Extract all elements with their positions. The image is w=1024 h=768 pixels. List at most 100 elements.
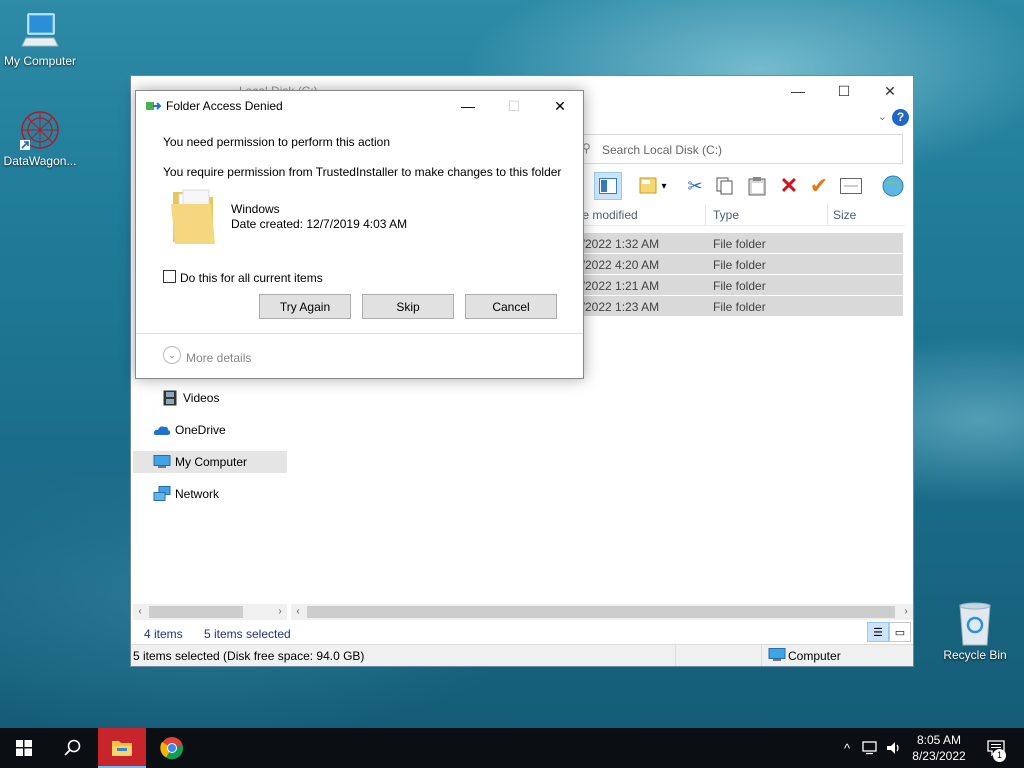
rename-check-icon[interactable]: ✔ xyxy=(805,172,833,200)
film-icon xyxy=(161,390,179,406)
column-headers: te modified Type Size xyxy=(575,204,905,226)
nav-label: Videos xyxy=(183,391,220,405)
close-button[interactable]: ✕ xyxy=(537,91,583,121)
scroll-left-icon[interactable]: ‹ xyxy=(133,604,147,620)
item-count-bar: 4 items 5 items selected xyxy=(131,622,913,644)
row-type: File folder xyxy=(713,300,766,314)
clock-time[interactable]: 8:05 AM xyxy=(904,733,974,747)
folder-name: Windows xyxy=(231,202,280,216)
nav-label: Network xyxy=(175,487,220,501)
search-icon xyxy=(64,739,81,756)
maximize-button[interactable]: ☐ xyxy=(821,76,867,106)
skip-button[interactable]: Skip xyxy=(362,294,454,319)
nav-item-onedrive[interactable]: OneDrive xyxy=(153,419,226,441)
nav-item-network[interactable]: Network xyxy=(153,483,219,505)
dialog-message: You require permission from TrustedInsta… xyxy=(163,165,562,179)
notification-count-badge: 1 xyxy=(993,749,1006,762)
preview-pane-icon[interactable] xyxy=(594,172,622,200)
close-button[interactable]: ✕ xyxy=(867,76,913,106)
minimize-button[interactable]: — xyxy=(775,76,821,106)
network-icon xyxy=(153,486,171,502)
globe-icon[interactable] xyxy=(879,172,907,200)
scroll-left-icon[interactable]: ‹ xyxy=(291,604,305,620)
computer-icon xyxy=(768,648,786,665)
try-again-button[interactable]: Try Again xyxy=(259,294,351,319)
chevron-down-icon[interactable]: ⌄ xyxy=(163,346,181,364)
cut-icon[interactable]: ✂ xyxy=(681,172,709,200)
cloud-icon xyxy=(153,422,171,438)
row-type: File folder xyxy=(713,279,766,293)
ribbon-expand-icon[interactable]: ⌄ xyxy=(878,110,887,123)
copy-icon[interactable] xyxy=(711,172,739,200)
search-input[interactable]: ⚲ Search Local Disk (C:) xyxy=(575,134,903,164)
status-bar: 5 items selected (Disk free space: 94.0 … xyxy=(131,644,913,666)
folder-date-created: Date created: 12/7/2019 4:03 AM xyxy=(231,217,408,231)
table-row[interactable]: 3/2022 1:23 AM File folder xyxy=(575,296,903,316)
nav-item-my-computer[interactable]: My Computer xyxy=(133,451,287,473)
row-date: 3/2022 1:23 AM xyxy=(575,300,660,314)
dialog-heading: You need permission to perform this acti… xyxy=(163,135,391,149)
apply-all-checkbox[interactable] xyxy=(163,270,176,283)
chevron-up-icon[interactable]: ^ xyxy=(836,728,858,768)
search-button[interactable] xyxy=(50,728,96,768)
folder-icon xyxy=(169,186,217,249)
move-folder-icon xyxy=(146,100,162,115)
more-details-link[interactable]: More details xyxy=(186,351,251,365)
nav-label: OneDrive xyxy=(175,423,226,437)
scroll-thumb[interactable] xyxy=(149,606,243,618)
start-button[interactable] xyxy=(0,728,48,768)
desktop-icon-label: DataWagon... xyxy=(3,154,77,168)
row-date: 3/2022 4:20 AM xyxy=(575,258,660,272)
file-explorer-taskbar-button[interactable] xyxy=(98,728,146,768)
volume-icon[interactable] xyxy=(884,728,906,768)
cancel-button[interactable]: Cancel xyxy=(465,294,557,319)
column-size[interactable]: Size xyxy=(833,208,856,222)
folder-icon xyxy=(112,741,132,756)
scroll-thumb[interactable] xyxy=(307,606,895,618)
column-date-modified[interactable]: te modified xyxy=(579,208,638,222)
nav-pane-scrollbar[interactable]: ‹ › xyxy=(133,604,287,620)
dialog-titlebar: Folder Access Denied — ☐ ✕ xyxy=(136,91,583,121)
row-date: 3/2022 1:21 AM xyxy=(575,279,660,293)
scroll-right-icon[interactable]: › xyxy=(899,604,913,620)
folder-access-denied-dialog: Folder Access Denied — ☐ ✕ You need perm… xyxy=(135,90,584,379)
email-icon[interactable] xyxy=(837,172,865,200)
windows-icon xyxy=(16,740,32,756)
chrome-taskbar-button[interactable] xyxy=(148,728,196,768)
apply-all-label[interactable]: Do this for all current items xyxy=(180,271,323,285)
column-divider[interactable] xyxy=(705,204,706,226)
content-scrollbar[interactable]: ‹ › xyxy=(291,604,913,620)
computer-icon xyxy=(153,454,171,470)
large-icons-view-button[interactable]: ▭ xyxy=(889,622,911,642)
explorer-toolbar: ▾ ✂ ✕ ✔ xyxy=(591,172,911,202)
table-row[interactable]: 3/2022 1:32 AM File folder xyxy=(575,233,903,253)
details-view-button[interactable]: ☰ xyxy=(867,622,889,642)
status-location: Computer xyxy=(788,649,841,663)
desktop-icon-label: My Computer xyxy=(3,54,77,68)
clock-date[interactable]: 8/23/2022 xyxy=(904,749,974,763)
scroll-right-icon[interactable]: › xyxy=(273,604,287,620)
column-type[interactable]: Type xyxy=(713,208,739,222)
nav-item-videos[interactable]: Videos xyxy=(161,387,219,409)
dropdown-arrow-icon[interactable]: ▾ xyxy=(657,172,671,200)
desktop-icon-my-computer[interactable]: My Computer xyxy=(0,8,80,68)
recycle-bin-icon xyxy=(935,602,1015,646)
row-type: File folder xyxy=(713,237,766,251)
column-divider[interactable] xyxy=(827,204,828,226)
computer-icon xyxy=(0,8,80,52)
table-row[interactable]: 3/2022 1:21 AM File folder xyxy=(575,275,903,295)
taskbar: ^ 8:05 AM 8/23/2022 1 xyxy=(0,728,1024,768)
desktop-icon-label: Recycle Bin xyxy=(943,648,1007,662)
minimize-button[interactable]: — xyxy=(445,91,491,121)
desktop-icon-datawagon[interactable]: DataWagon... xyxy=(0,108,80,168)
notification-center-button[interactable]: 1 xyxy=(978,728,1014,768)
delete-icon[interactable]: ✕ xyxy=(775,172,803,200)
desktop-icon-recycle-bin[interactable]: Recycle Bin xyxy=(935,602,1015,662)
help-icon[interactable]: ? xyxy=(892,109,909,126)
search-placeholder: Search Local Disk (C:) xyxy=(602,143,723,157)
table-row[interactable]: 3/2022 4:20 AM File folder xyxy=(575,254,903,274)
row-type: File folder xyxy=(713,258,766,272)
row-date: 3/2022 1:32 AM xyxy=(575,237,660,251)
network-icon[interactable] xyxy=(860,728,882,768)
paste-icon[interactable] xyxy=(743,172,771,200)
